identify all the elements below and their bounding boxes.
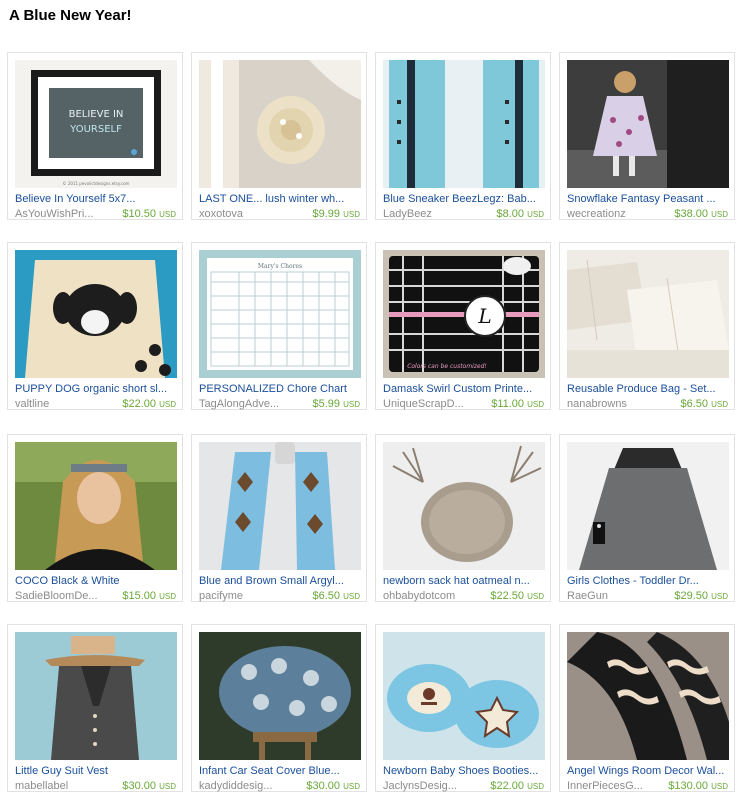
listing-title[interactable]: Angel Wings Room Decor Wal...: [567, 765, 729, 777]
listing-price: $38.00 USD: [674, 208, 728, 220]
listing-image[interactable]: [567, 250, 729, 378]
listing-card[interactable]: LAST ONE... lush winter wh... xoxotova $…: [191, 52, 367, 220]
listing-card[interactable]: BELIEVE IN YOURSELF © 2011 pevolictdesig…: [7, 52, 183, 220]
listing-title[interactable]: Damask Swirl Custom Printe...: [383, 383, 545, 395]
art-text: Colors can be customized!: [407, 363, 487, 370]
listing-title[interactable]: Blue and Brown Small Argyl...: [199, 575, 361, 587]
shop-name[interactable]: nanabrowns: [567, 398, 663, 410]
listing-card[interactable]: Reusable Produce Bag - Set... nanabrowns…: [559, 242, 735, 410]
shop-name[interactable]: SadieBloomDe...: [15, 590, 111, 602]
listing-price: $15.00 USD: [122, 590, 176, 602]
listing-price: $5.99 USD: [312, 398, 360, 410]
listing-title[interactable]: LAST ONE... lush winter wh...: [199, 193, 361, 205]
listing-price: $30.00 USD: [306, 780, 360, 792]
listing-card[interactable]: COCO Black & White SadieBloomDe... $15.0…: [7, 434, 183, 602]
listing-image[interactable]: [383, 60, 545, 188]
listing-image[interactable]: BELIEVE IN YOURSELF © 2011 pevolictdesig…: [15, 60, 177, 188]
shop-name[interactable]: kadydiddesig...: [199, 780, 295, 792]
shop-name[interactable]: valtline: [15, 398, 111, 410]
listing-image[interactable]: [199, 442, 361, 570]
listing-card[interactable]: PUPPY DOG organic short sl... valtline $…: [7, 242, 183, 410]
listing-image[interactable]: [567, 60, 729, 188]
listing-title[interactable]: newborn sack hat oatmeal n...: [383, 575, 545, 587]
listing-price: $11.00 USD: [491, 398, 544, 410]
listing-card[interactable]: Newborn Baby Shoes Booties... JaclynsDes…: [375, 624, 551, 792]
listing-image[interactable]: [383, 632, 545, 760]
listing-image[interactable]: [567, 442, 729, 570]
listing-image[interactable]: [383, 442, 545, 570]
listing-price: $22.00 USD: [490, 780, 544, 792]
listing-price: $22.50 USD: [490, 590, 544, 602]
listing-price: $9.99 USD: [312, 208, 360, 220]
listing-price: $22.00 USD: [122, 398, 176, 410]
listing-card[interactable]: Mary's Chores PERSONALIZED Chore Chart T…: [191, 242, 367, 410]
shop-name[interactable]: ohbabydotcom: [383, 590, 479, 602]
listing-card[interactable]: newborn sack hat oatmeal n... ohbabydotc…: [375, 434, 551, 602]
listing-title[interactable]: PERSONALIZED Chore Chart: [199, 383, 361, 395]
listing-price: $6.50 USD: [312, 590, 360, 602]
shop-name[interactable]: RaeGun: [567, 590, 663, 602]
art-text: BELIEVE IN: [69, 109, 124, 120]
shop-name[interactable]: JaclynsDesig...: [383, 780, 479, 792]
listing-title[interactable]: Reusable Produce Bag - Set...: [567, 383, 729, 395]
listing-card[interactable]: L Colors can be customized! Damask Swirl…: [375, 242, 551, 410]
listing-price: $10.50 USD: [122, 208, 176, 220]
shop-name[interactable]: mabellabel: [15, 780, 111, 792]
shop-name[interactable]: LadyBeez: [383, 208, 479, 220]
page-title: A Blue New Year!: [9, 7, 132, 24]
listing-image[interactable]: Mary's Chores: [199, 250, 361, 378]
listing-title[interactable]: Newborn Baby Shoes Booties...: [383, 765, 545, 777]
listing-card[interactable]: Blue and Brown Small Argyl... pacifyme $…: [191, 434, 367, 602]
listing-price: $6.50 USD: [680, 398, 728, 410]
shop-name[interactable]: wecreationz: [567, 208, 663, 220]
listing-card[interactable]: Girls Clothes - Toddler Dr... RaeGun $29…: [559, 434, 735, 602]
listing-image[interactable]: [15, 632, 177, 760]
listing-image[interactable]: [199, 60, 361, 188]
art-text: L: [477, 304, 491, 328]
listing-title[interactable]: Believe In Yourself 5x7...: [15, 193, 177, 205]
art-text: Mary's Chores: [258, 263, 302, 270]
shop-name[interactable]: AsYouWishPri...: [15, 208, 111, 220]
listing-title[interactable]: Infant Car Seat Cover Blue...: [199, 765, 361, 777]
listing-image[interactable]: [199, 632, 361, 760]
listing-image[interactable]: [15, 442, 177, 570]
shop-name[interactable]: InnerPiecesG...: [567, 780, 663, 792]
listing-price: $8.00 USD: [496, 208, 544, 220]
listing-title[interactable]: Little Guy Suit Vest: [15, 765, 177, 777]
listing-image[interactable]: [15, 250, 177, 378]
listing-card[interactable]: Angel Wings Room Decor Wal... InnerPiece…: [559, 624, 735, 792]
listing-title[interactable]: Girls Clothes - Toddler Dr...: [567, 575, 729, 587]
art-text: YOURSELF: [69, 124, 122, 135]
listing-image[interactable]: L Colors can be customized!: [383, 250, 545, 378]
shop-name[interactable]: UniqueScrapD...: [383, 398, 479, 410]
listing-image[interactable]: [567, 632, 729, 760]
listing-price: $130.00 USD: [668, 780, 728, 792]
listing-price: $30.00 USD: [122, 780, 176, 792]
listing-card[interactable]: Blue Sneaker BeezLegz: Bab... LadyBeez $…: [375, 52, 551, 220]
listing-title[interactable]: COCO Black & White: [15, 575, 177, 587]
listing-title[interactable]: Blue Sneaker BeezLegz: Bab...: [383, 193, 545, 205]
listing-card[interactable]: Snowflake Fantasy Peasant ... wecreation…: [559, 52, 735, 220]
shop-name[interactable]: xoxotova: [199, 208, 295, 220]
listing-title[interactable]: Snowflake Fantasy Peasant ...: [567, 193, 729, 205]
listing-card[interactable]: Little Guy Suit Vest mabellabel $30.00 U…: [7, 624, 183, 792]
listing-title[interactable]: PUPPY DOG organic short sl...: [15, 383, 177, 395]
listing-price: $29.50 USD: [674, 590, 728, 602]
listing-card[interactable]: Infant Car Seat Cover Blue... kadydiddes…: [191, 624, 367, 792]
art-text: © 2011 pevolictdesigns.etsy.com: [63, 181, 130, 186]
shop-name[interactable]: pacifyme: [199, 590, 295, 602]
shop-name[interactable]: TagAlongAdve...: [199, 398, 295, 410]
